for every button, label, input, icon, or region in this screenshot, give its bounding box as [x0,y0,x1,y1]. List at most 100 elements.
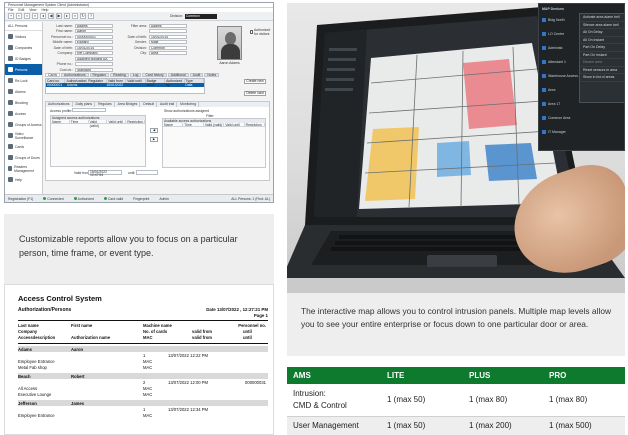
context-menu-item[interactable]: Reset sensors in area [580,67,624,74]
new-icon[interactable]: + [8,13,14,19]
form-field[interactable]: Common [149,45,187,50]
sidebar-item[interactable]: Companies [5,42,42,53]
form-field[interactable]: 15/01/2014 [75,45,113,50]
entry-first-name: Aaron [71,347,84,352]
table-row[interactable]: 00000001 Adams Group 15/01/2022 Data [46,83,204,91]
delete-icon[interactable]: × [24,13,30,19]
form-label: Phone no.: [56,62,73,67]
sidebar-item[interactable]: Persons [5,64,42,75]
tab-5[interactable]: Card history [142,73,167,77]
panel-tab[interactable]: Audit trail [158,102,178,107]
context-menu-item[interactable]: Silence area alarm bell [580,22,624,29]
sidebar-item[interactable]: Readers Management [5,163,42,174]
context-menu-item[interactable]: Part On Delay [580,44,624,52]
context-menu-item[interactable]: All On Delay [580,29,624,37]
remove-arrow-icon[interactable]: ▶ [150,137,158,142]
form-field[interactable]: 15/01/2014 [149,34,187,39]
next-icon[interactable]: ▶ [56,13,62,19]
sidebar-item[interactable]: Visitors [5,31,42,42]
form-field[interactable]: Adams [75,23,113,28]
sidebar-item[interactable]: Access [5,108,42,119]
form-field[interactable]: Edward [75,40,113,45]
form-field[interactable]: Male [149,40,187,45]
sidebar-item-label: Groups of Doors [15,155,40,160]
find-icon[interactable]: ⌕ [72,13,78,19]
sidebar-item[interactable]: Help [5,174,42,185]
tab-6[interactable]: Additional [167,73,189,77]
form-field[interactable]: Adams [149,23,187,28]
popup-device-item[interactable]: Area [542,88,556,93]
add-arrow-icon[interactable]: ◀ [150,128,158,133]
form-field[interactable]: Adapted building AA [75,56,113,61]
tab-7[interactable]: Audit [189,73,204,77]
tab-3[interactable]: Reading [110,73,129,77]
panel-tab[interactable]: Monitoring [178,102,200,107]
search-icon[interactable]: ⌕ [32,13,38,19]
menu-file[interactable]: File [8,8,13,12]
panel-tab[interactable]: Authorizations [46,102,73,107]
tab-1[interactable]: Authorizations [61,73,89,77]
refresh-icon[interactable]: ↻ [80,13,86,19]
context-menu-item[interactable]: All On Instant [580,37,624,44]
create-card-button[interactable]: Create new [244,79,266,84]
form-field[interactable]: Ref Company [75,51,113,56]
delete-card-button[interactable]: Delete card [244,91,266,96]
form-field[interactable] [149,29,187,34]
menu-view[interactable]: View [29,8,36,12]
form-field[interactable] [75,62,113,67]
device-label: Attendant 1 [548,60,566,64]
last-icon[interactable]: ▸ [64,13,70,19]
division-select[interactable]: Common [184,13,217,19]
sidebar-item[interactable]: Alarms [5,86,42,97]
valid-from-input[interactable]: 15/01/2022 10:47:54 [88,170,122,177]
sidebar-item[interactable]: Cards [5,141,42,152]
report-page: Page 1 [253,313,268,318]
sidebar-item[interactable]: Re-Lock [5,75,42,86]
context-menu-item[interactable]: Activate area alarm bell [580,14,624,22]
device-label: Area [548,88,556,92]
save-icon[interactable]: ▪ [16,13,22,19]
prev-icon[interactable]: ◀ [48,13,54,19]
panel-tab[interactable]: Default [141,102,158,107]
sidebar-item[interactable]: Groups of Doors [5,152,42,163]
until-input[interactable] [136,170,158,175]
context-menu-item[interactable]: Show in list of areas [580,74,624,82]
popup-device-item[interactable]: IT Manager [542,130,566,135]
visitors-checkbox[interactable]: Authorized for visitors [250,28,271,36]
popup-device-item[interactable]: Bldg North [542,18,565,23]
show-assigned-checkbox[interactable]: Show authorizations assigned [164,109,209,113]
form-field[interactable]: Aaron [75,29,113,34]
form-field[interactable]: 0000000001 [75,34,113,39]
form-label: Date of birth: [53,45,73,50]
popup-device-item[interactable]: Attendant 1 [542,60,566,65]
popup-device-item[interactable]: LO Centre [542,32,564,37]
popup-device-item[interactable]: Administr. [542,46,563,51]
help-icon[interactable]: ? [88,13,94,19]
context-menu-item[interactable]: Part On Instant [580,52,624,59]
access-profile-select[interactable] [72,108,106,112]
panel-tab[interactable]: Regulars [96,102,115,107]
panel-tab[interactable]: Daily plans [74,102,96,107]
sidebar-item[interactable]: Groups of Access [5,119,42,130]
popup-device-item[interactable]: Area 17 [542,102,560,107]
tab-2[interactable]: Regulars [89,73,110,77]
form-field[interactable]: Standard [75,67,113,72]
tab-0[interactable]: Cards [45,73,61,77]
popup-device-item[interactable]: Common Area [542,116,570,121]
device-icon [542,32,546,37]
form-field[interactable]: Area [149,51,187,56]
first-icon[interactable]: ◂ [40,13,46,19]
context-menu-item[interactable]: Disarm area [580,59,624,67]
menu-help[interactable]: Help [41,8,48,12]
sidebar-item[interactable]: ID Badges [5,53,42,64]
photo-caption: Aaron Adams [219,61,240,65]
sidebar-item[interactable]: Blocking [5,97,42,108]
tab-4[interactable]: Log [129,73,142,77]
menu-edit[interactable]: Edit [18,8,24,12]
sidebar-item[interactable]: Video Surveillance [5,130,42,141]
panel-tab[interactable]: Area Bridges [116,102,141,107]
report-header: Last name First name Machine name Person… [18,323,268,345]
sidebar-item-label: Groups of Access [15,122,42,127]
tab-8[interactable]: Notes [204,73,220,77]
entry-last-name: Jefferson [18,401,37,406]
